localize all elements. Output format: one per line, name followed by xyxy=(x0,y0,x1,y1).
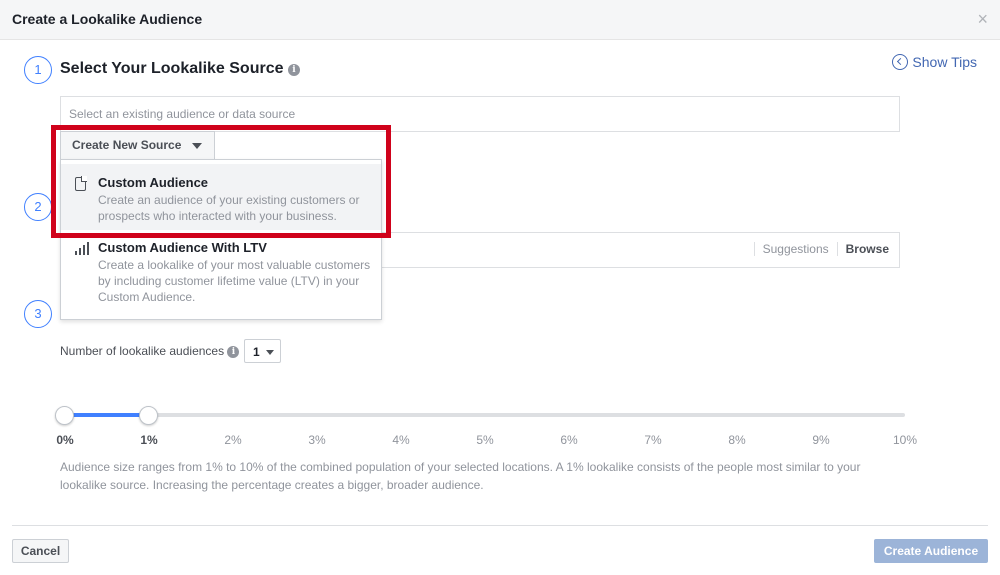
slider-tick-label: 5% xyxy=(476,433,494,447)
info-icon[interactable]: i xyxy=(287,64,300,76)
dropdown-item-description: Create a lookalike of your most valuable… xyxy=(98,258,371,304)
bar-chart-icon xyxy=(75,242,89,255)
close-icon[interactable]: × xyxy=(977,10,988,28)
lookalike-count-label: Number of lookalike audiences i xyxy=(60,344,240,358)
chevron-left-icon xyxy=(892,54,909,70)
source-section-title: Select Your Lookalike Source i xyxy=(60,60,300,78)
slider-tick-label: 2% xyxy=(224,433,242,447)
slider-handle-end[interactable] xyxy=(139,406,158,425)
audience-size-slider-track[interactable] xyxy=(65,413,905,417)
slider-tick-label: 1% xyxy=(140,433,158,447)
slider-tick-label: 7% xyxy=(644,433,662,447)
slider-tick-label: 10% xyxy=(892,433,918,447)
slider-handle-start[interactable] xyxy=(55,406,74,425)
create-audience-button[interactable]: Create Audience xyxy=(874,539,988,563)
cancel-button[interactable]: Cancel xyxy=(12,539,69,563)
slider-tick-label: 6% xyxy=(560,433,578,447)
dialog-header: Create a Lookalike Audience × xyxy=(0,0,1000,40)
audience-size-help-text: Audience size ranges from 1% to 10% of t… xyxy=(60,460,861,492)
source-title-text: Select Your Lookalike Source xyxy=(60,60,284,77)
step-3-indicator: 3 xyxy=(24,300,52,328)
slider-tick-label: 3% xyxy=(308,433,326,447)
lookalike-count-text: Number of lookalike audiences xyxy=(60,344,225,358)
dropdown-item-title: Custom Audience With LTV xyxy=(98,240,267,255)
slider-tick-label: 8% xyxy=(728,433,746,447)
dialog-title: Create a Lookalike Audience xyxy=(12,11,203,27)
slider-tick-label: 4% xyxy=(392,433,410,447)
highlight-annotation xyxy=(51,125,391,238)
footer-divider xyxy=(12,525,988,526)
lookalike-count-value: 1 xyxy=(253,345,260,359)
step-1-indicator: 1 xyxy=(24,56,52,84)
location-actions: Suggestions Browse xyxy=(753,242,889,256)
lookalike-count-select[interactable]: 1 xyxy=(244,339,281,363)
show-tips-label: Show Tips xyxy=(912,54,977,70)
audience-size-slider-fill xyxy=(65,413,149,417)
slider-tick-label: 9% xyxy=(812,433,830,447)
dropdown-item-custom-audience-ltv[interactable]: Custom Audience With LTV Create a lookal… xyxy=(61,240,381,318)
show-tips-link[interactable]: Show Tips xyxy=(892,54,977,70)
browse-link[interactable]: Browse xyxy=(838,242,889,256)
suggestions-link[interactable]: Suggestions xyxy=(753,242,838,256)
caret-down-icon xyxy=(266,350,274,355)
step-2-indicator: 2 xyxy=(24,193,52,221)
slider-tick-label: 0% xyxy=(56,433,74,447)
info-icon[interactable]: i xyxy=(227,346,240,358)
